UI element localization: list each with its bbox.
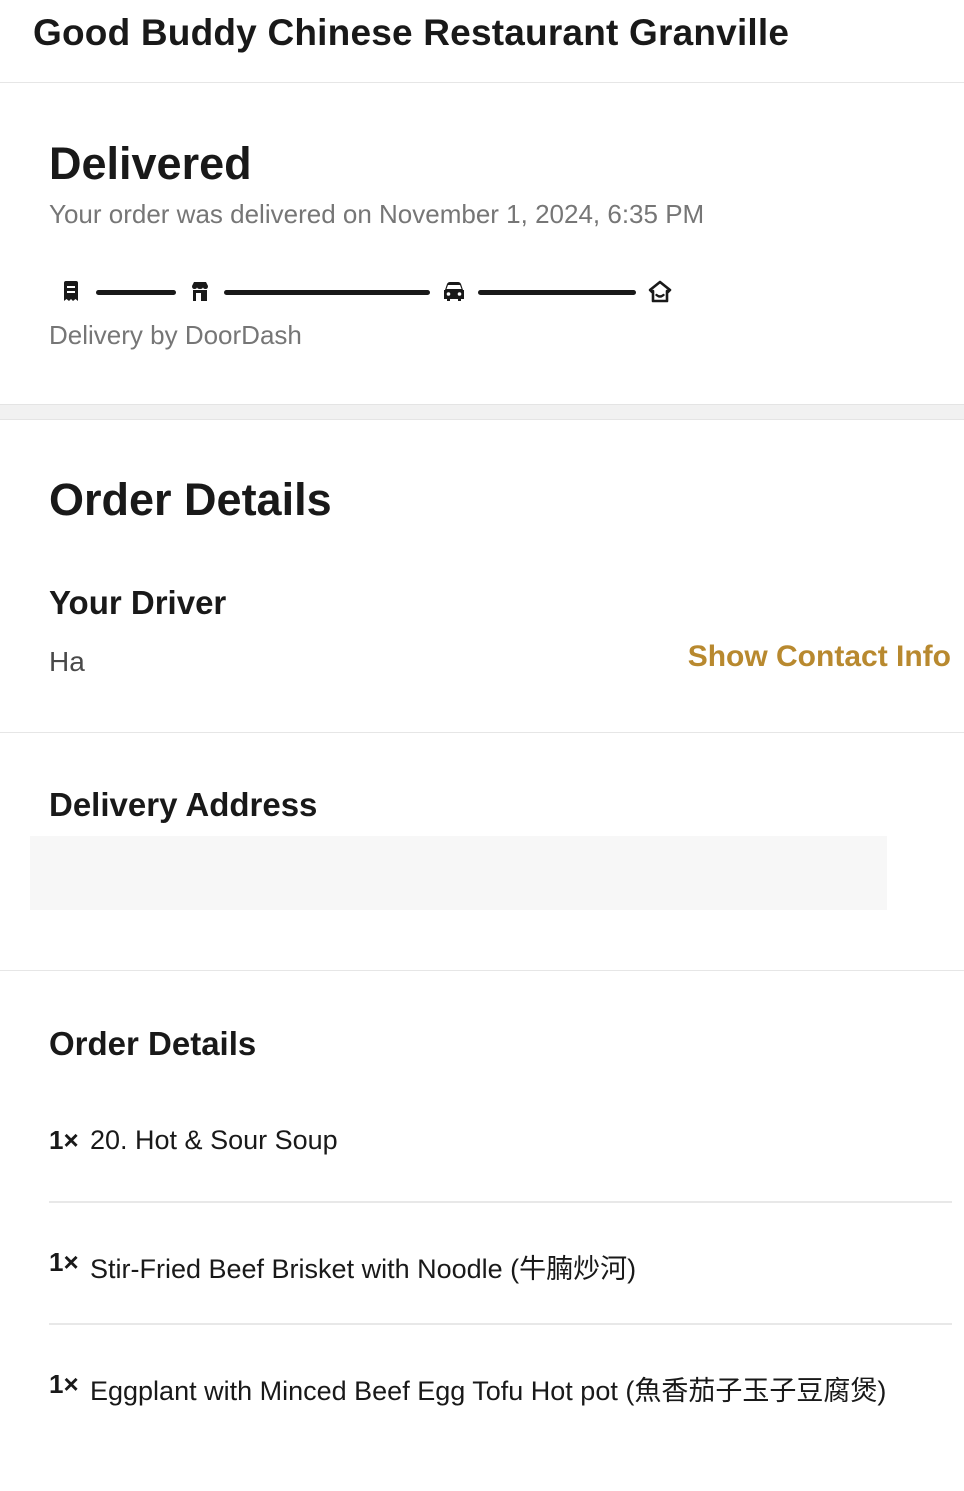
order-item: 1× Stir-Fried Beef Brisket with Noodle (…: [49, 1247, 952, 1369]
order-item: 1× Eggplant with Minced Beef Egg Tofu Ho…: [49, 1369, 952, 1491]
item-name: Eggplant with Minced Beef Egg Tofu Hot p…: [90, 1376, 887, 1406]
progress-segment: [96, 290, 176, 295]
car-icon: [444, 282, 464, 301]
delivery-timestamp: Your order was delivered on November 1, …: [49, 199, 705, 229]
delivery-address-value: [30, 836, 887, 910]
item-divider: [49, 1323, 952, 1325]
section-divider: [0, 404, 964, 420]
store-icon: [192, 282, 208, 301]
order-items-heading: Order Details: [49, 1025, 257, 1062]
delivery-provider: Delivery by DoorDash: [49, 320, 302, 350]
delivery-progress-tracker: [64, 280, 672, 303]
item-quantity: 1×: [49, 1125, 79, 1155]
item-name: Stir-Fried Beef Brisket with Noodle (牛腩炒…: [90, 1254, 637, 1284]
header-divider: [0, 82, 964, 83]
item-name: 20. Hot & Sour Soup: [90, 1125, 338, 1155]
restaurant-name: Good Buddy Chinese Restaurant Granville: [33, 12, 790, 53]
home-icon: [648, 280, 672, 303]
receipt-icon: [64, 281, 78, 301]
order-status-title: Delivered: [49, 138, 252, 189]
divider: [0, 970, 964, 971]
order-details-heading: Order Details: [49, 474, 332, 525]
driver-label: Your Driver: [49, 584, 227, 621]
item-divider: [49, 1201, 952, 1203]
progress-segment: [478, 290, 636, 295]
divider: [0, 732, 964, 733]
order-item: 1× 20. Hot & Sour Soup: [49, 1125, 952, 1247]
driver-name: Ha: [49, 646, 85, 677]
item-quantity: 1×: [49, 1369, 79, 1399]
progress-segment: [224, 290, 430, 295]
show-contact-info-link[interactable]: Show Contact Info: [688, 640, 951, 674]
delivery-address-label: Delivery Address: [49, 786, 318, 823]
item-quantity: 1×: [49, 1247, 79, 1277]
